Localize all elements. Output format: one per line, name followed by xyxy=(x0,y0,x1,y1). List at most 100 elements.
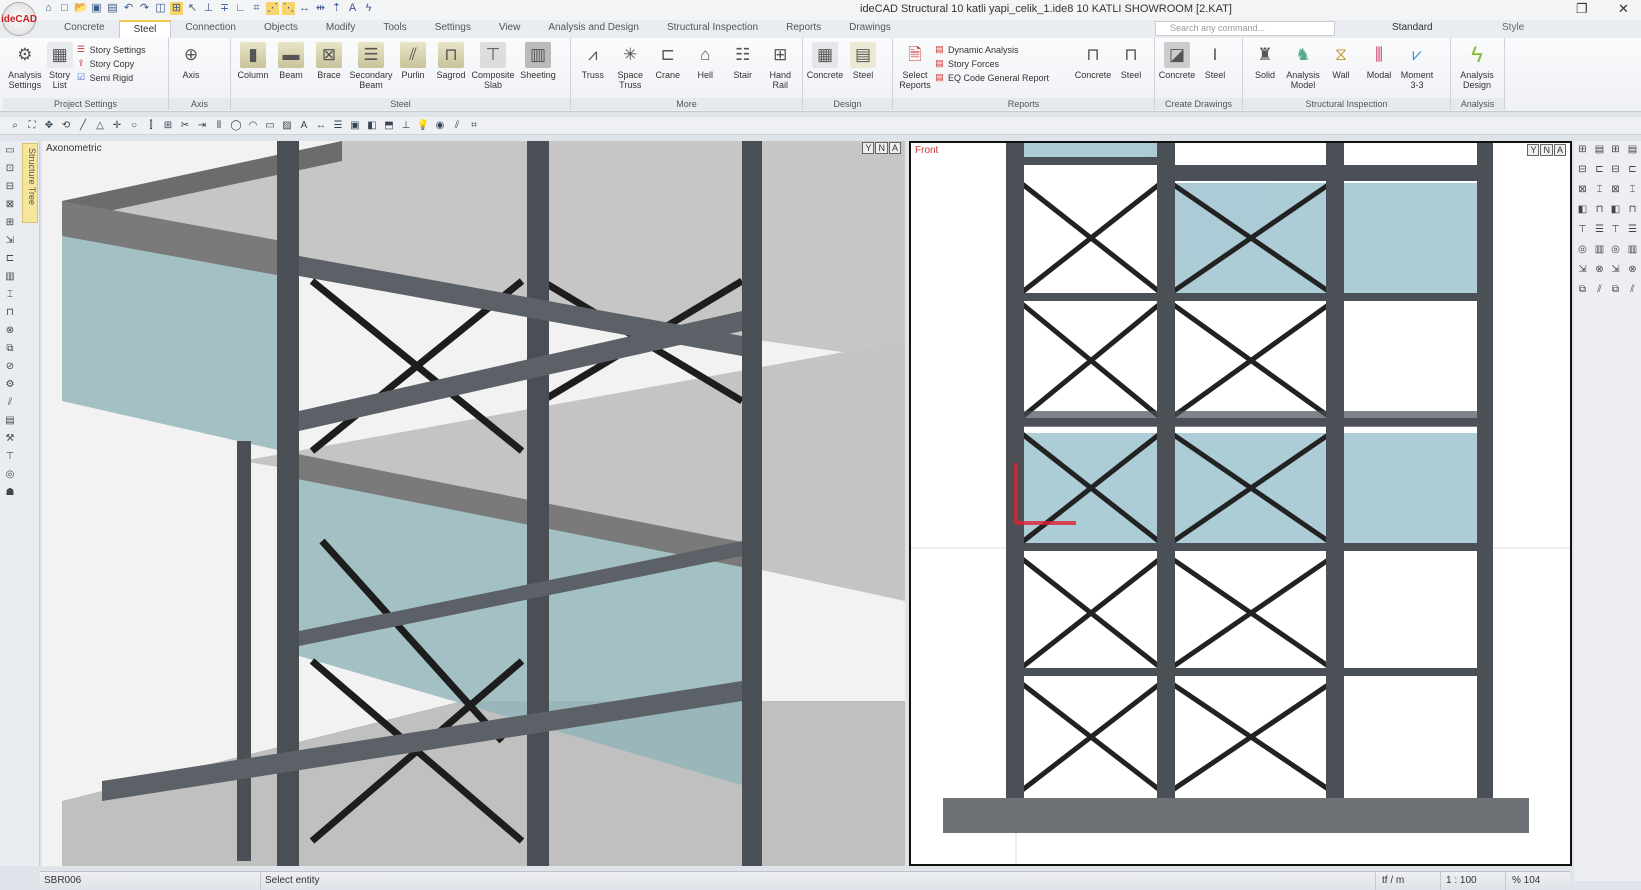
tool-icon[interactable]: ⇲ xyxy=(3,235,17,249)
undo-icon[interactable]: ↶ xyxy=(122,2,135,15)
eq-code-report[interactable]: ▤ EQ Code General Report xyxy=(934,72,1074,83)
tool-icon[interactable]: ⊓ xyxy=(1626,204,1639,218)
tool-icon[interactable]: ⇲ xyxy=(1576,264,1589,278)
orbit-icon[interactable]: ○ xyxy=(127,119,141,132)
app-logo[interactable]: ideCAD xyxy=(1,2,37,36)
grid-snap-icon[interactable]: ⌗ xyxy=(250,2,263,15)
elevation-icon[interactable]: ⇡ xyxy=(330,2,343,15)
tool-icon[interactable]: ◎ xyxy=(3,469,17,483)
tab-settings[interactable]: Settings xyxy=(421,20,485,38)
tool-icon[interactable]: ⌶ xyxy=(3,289,17,303)
tool-icon[interactable]: ⧉ xyxy=(1609,284,1622,298)
ortho-icon[interactable]: ⊥ xyxy=(202,2,215,15)
tool-icon[interactable]: ⧉ xyxy=(3,343,17,357)
extend-icon[interactable]: ⇥ xyxy=(195,119,209,132)
tool-icon[interactable]: ⊞ xyxy=(3,217,17,231)
viewport-n-button[interactable]: N xyxy=(875,142,888,154)
zoom-window-icon[interactable]: ◫ xyxy=(154,2,167,15)
render-icon[interactable]: ◉ xyxy=(433,119,447,132)
tool-icon[interactable]: ⊡ xyxy=(3,163,17,177)
snap-icon[interactable]: ⊞ xyxy=(170,2,183,15)
viewport-y-button[interactable]: Y xyxy=(862,142,875,154)
units-indicator[interactable]: tf / m xyxy=(1382,875,1404,886)
select-icon[interactable]: ↖ xyxy=(186,2,199,15)
tool-icon[interactable]: ⌶ xyxy=(1626,184,1639,198)
tool-icon[interactable]: ⌶ xyxy=(1593,184,1606,198)
dimension-tool-icon[interactable]: ↔ xyxy=(314,119,328,132)
story-forces-report[interactable]: ▤ Story Forces xyxy=(934,58,1074,69)
restore-button[interactable]: ❐ xyxy=(1576,1,1588,17)
tool-icon[interactable]: ☗ xyxy=(3,487,17,501)
command-search-input[interactable]: Search any command... xyxy=(1155,21,1335,36)
zoom-extents-icon[interactable]: ⛶ xyxy=(25,119,39,132)
mid-snap-icon[interactable]: ⋱ xyxy=(282,2,295,15)
tool-icon[interactable]: ⊓ xyxy=(1593,204,1606,218)
structure-tree-tab[interactable]: Structure Tree xyxy=(22,143,38,223)
triangle-icon[interactable]: △ xyxy=(93,119,107,132)
section-icon[interactable]: ⫽ xyxy=(450,119,464,132)
redo-icon[interactable]: ↷ xyxy=(138,2,151,15)
save-as-icon[interactable]: ▤ xyxy=(106,2,119,15)
tool-icon[interactable]: ▥ xyxy=(1626,244,1639,258)
tool-icon[interactable]: ⊟ xyxy=(3,181,17,195)
tool-icon[interactable]: ☰ xyxy=(1626,224,1639,238)
tool-icon[interactable]: ⊟ xyxy=(1576,164,1589,178)
story-copy-button[interactable]: ⇪ Story Copy xyxy=(76,58,165,69)
tool-icon[interactable]: ⚙ xyxy=(3,379,17,393)
style-select[interactable]: Standard xyxy=(1392,22,1433,33)
tab-concrete[interactable]: Concrete xyxy=(50,20,119,38)
text-tool-icon[interactable]: A xyxy=(297,119,311,132)
viewport-a-button[interactable]: A xyxy=(1553,144,1566,156)
dynamic-analysis-report[interactable]: ▤ Dynamic Analysis xyxy=(934,44,1074,55)
tool-icon[interactable]: ⊗ xyxy=(1593,264,1606,278)
pan-icon[interactable]: ✥ xyxy=(42,119,56,132)
viewport-a-button[interactable]: A xyxy=(888,142,901,154)
axonometric-viewport[interactable]: Axonometric YNA xyxy=(42,141,905,866)
tool-icon[interactable]: ⫽ xyxy=(1626,284,1639,298)
axis-view-icon[interactable]: ⊥ xyxy=(399,119,413,132)
line-icon[interactable]: ╱ xyxy=(76,119,90,132)
angle-icon[interactable]: ∟ xyxy=(234,2,247,15)
viewport-y-button[interactable]: Y xyxy=(1527,144,1540,156)
tab-tools[interactable]: Tools xyxy=(369,20,420,38)
tool-icon[interactable]: ⊤ xyxy=(1576,224,1589,238)
viewport-n-button[interactable]: N xyxy=(1540,144,1553,156)
tool-icon[interactable]: ⊏ xyxy=(1593,164,1606,178)
tab-steel[interactable]: Steel xyxy=(118,20,172,38)
tab-view[interactable]: View xyxy=(485,20,535,38)
open-icon[interactable]: 📂 xyxy=(74,2,88,15)
tool-icon[interactable]: ⊏ xyxy=(3,253,17,267)
dimension-icon[interactable]: ↔ xyxy=(298,2,311,15)
close-button[interactable]: ✕ xyxy=(1618,1,1629,17)
story-settings-button[interactable]: ☰ Story Settings xyxy=(76,44,165,55)
move-icon[interactable]: ✛ xyxy=(110,119,124,132)
tab-objects[interactable]: Objects xyxy=(250,20,312,38)
parallel-icon[interactable]: ∓ xyxy=(218,2,231,15)
tab-drawings[interactable]: Drawings xyxy=(835,20,905,38)
scale-indicator[interactable]: 1 : 100 xyxy=(1446,875,1477,886)
rotate-icon[interactable]: ⟲ xyxy=(59,119,73,132)
tab-analysis-design[interactable]: Analysis and Design xyxy=(534,20,653,38)
zoom-icon[interactable]: ⌕ xyxy=(8,119,22,132)
mirror-icon[interactable]: ⫿ xyxy=(144,119,158,132)
tool-icon[interactable]: ◎ xyxy=(1609,244,1622,258)
view-top-icon[interactable]: ⬒ xyxy=(382,119,396,132)
tool-icon[interactable]: ◎ xyxy=(1576,244,1589,258)
view-side-icon[interactable]: ◧ xyxy=(365,119,379,132)
tool-icon[interactable]: ▥ xyxy=(1593,244,1606,258)
tool-icon[interactable]: ⚒ xyxy=(3,433,17,447)
tab-connection[interactable]: Connection xyxy=(171,20,250,38)
new-icon[interactable]: □ xyxy=(58,2,71,15)
tool-icon[interactable]: ◧ xyxy=(1576,204,1589,218)
trim-icon[interactable]: ✂ xyxy=(178,119,192,132)
tool-icon[interactable]: ⊏ xyxy=(1626,164,1639,178)
tool-icon[interactable]: ▥ xyxy=(3,271,17,285)
home-icon[interactable]: ⌂ xyxy=(42,2,55,15)
text-icon[interactable]: A xyxy=(346,2,359,15)
grid-icon[interactable]: ⌗ xyxy=(467,119,481,132)
view-front-icon[interactable]: ▣ xyxy=(348,119,362,132)
tool-icon[interactable]: ⊟ xyxy=(1609,164,1622,178)
tool-icon[interactable]: ▤ xyxy=(1593,144,1606,158)
analysis-quick-icon[interactable]: ϟ xyxy=(362,2,375,15)
tool-icon[interactable]: ⇲ xyxy=(1609,264,1622,278)
